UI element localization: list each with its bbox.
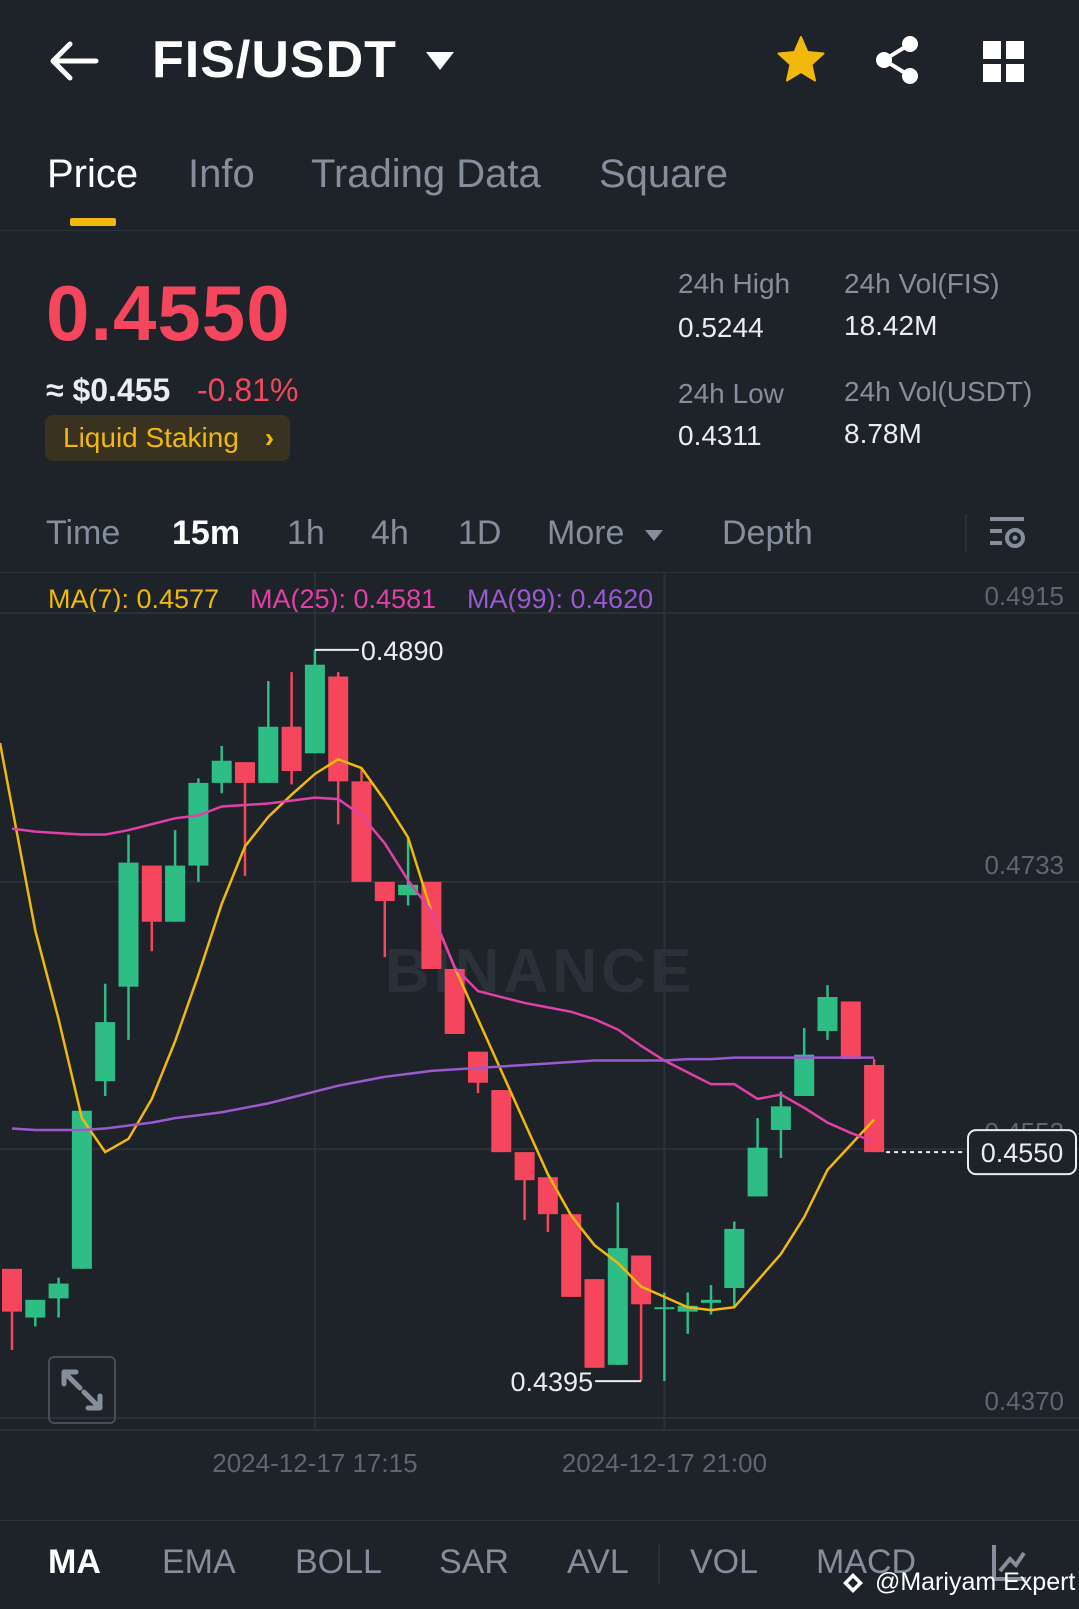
candle-body	[235, 762, 255, 783]
candle-body	[71, 1110, 92, 1269]
candle-body	[211, 760, 232, 783]
candle-body	[165, 865, 186, 922]
chevron-down-icon	[644, 530, 663, 542]
stat-high-value: 0.5244	[678, 312, 764, 343]
price-usd-approx: ≈ $0.455	[46, 372, 171, 408]
interval-more[interactable]: More	[547, 514, 664, 553]
candle-body	[2, 1268, 22, 1312]
interval-1h[interactable]: 1h	[287, 514, 325, 553]
indicator-ma[interactable]: MA	[48, 1543, 101, 1582]
stat-vol-usdt-value: 8.78M	[844, 418, 922, 449]
indicator-ema[interactable]: EMA	[162, 1543, 236, 1582]
candle-body	[141, 865, 162, 922]
stat-low-label: 24h Low	[678, 378, 784, 409]
y-tick-label: 0.4733	[984, 850, 1064, 880]
tab-trading-data[interactable]: Trading Data	[311, 152, 541, 197]
share-icon[interactable]	[872, 34, 924, 86]
x-tick-label: 2024-12-17 21:00	[562, 1448, 767, 1478]
chart-settings-icon[interactable]	[988, 512, 1028, 552]
candle-body	[747, 1147, 768, 1197]
candle-body	[304, 664, 325, 754]
ma7-line	[0, 742, 876, 1312]
stat-high-label: 24h High	[678, 268, 791, 299]
binance-logo-icon	[843, 1573, 863, 1594]
candle-body	[491, 1090, 512, 1153]
interval-bar: Time 15m 1h 4h 1D More Depth	[0, 492, 1079, 573]
current-price-label: 0.4550	[981, 1138, 1064, 1168]
candlestick-chart[interactable]: 0.49150.47330.45520.43702024-12-17 17:15…	[0, 572, 1079, 1520]
tab-info[interactable]: Info	[188, 152, 255, 197]
interval-1d[interactable]: 1D	[458, 514, 501, 553]
interval-depth[interactable]: Depth	[722, 514, 813, 553]
indicator-sar[interactable]: SAR	[439, 1543, 509, 1582]
interval-time[interactable]: Time	[46, 514, 120, 553]
candle-body	[258, 726, 279, 783]
x-tick-label: 2024-12-17 17:15	[212, 1448, 417, 1478]
divider	[965, 514, 967, 552]
active-tab-indicator	[70, 218, 116, 226]
candle-body	[374, 881, 395, 902]
y-tick-label: 0.4915	[984, 581, 1064, 611]
stat-low-value: 0.4311	[678, 420, 762, 451]
y-tick-label: 0.4370	[984, 1386, 1064, 1416]
chevron-down-icon[interactable]	[424, 48, 456, 74]
candle-body	[724, 1228, 745, 1289]
interval-more-label: More	[547, 514, 625, 552]
stat-vol-usdt-label: 24h Vol(USDT)	[844, 376, 1033, 407]
price-change-percent: -0.81%	[197, 372, 299, 408]
back-arrow-icon[interactable]	[48, 38, 100, 84]
candle-body	[654, 1307, 675, 1310]
tab-price[interactable]: Price	[47, 152, 138, 197]
candle-body	[281, 726, 302, 772]
candle-body	[444, 968, 465, 1034]
candle-body	[584, 1279, 605, 1368]
grid-menu-icon[interactable]	[980, 38, 1028, 86]
indicator-vol[interactable]: VOL	[690, 1543, 758, 1582]
app-header: FIS/USDT	[0, 0, 1079, 125]
credit-watermark: @Mariyam Expert	[842, 1568, 1075, 1597]
indicator-boll[interactable]: BOLL	[295, 1543, 382, 1582]
candle-body	[25, 1299, 46, 1318]
interval-4h[interactable]: 4h	[371, 514, 409, 553]
stat-vol-fis-label: 24h Vol(FIS)	[844, 268, 1000, 299]
candle-body	[118, 862, 139, 987]
tag-label: Liquid Staking	[63, 422, 239, 453]
candle-body	[701, 1299, 721, 1303]
candle-body	[794, 1054, 815, 1096]
tab-square[interactable]: Square	[599, 152, 728, 197]
candle-body	[561, 1214, 582, 1297]
max-price-label: 0.4890	[361, 636, 444, 666]
candle-body	[840, 1001, 861, 1060]
candle-body	[607, 1248, 628, 1365]
candle-body	[351, 781, 372, 882]
candle-body	[514, 1152, 535, 1181]
indicator-avl[interactable]: AVL	[567, 1543, 629, 1582]
candle-body	[95, 1022, 116, 1082]
tab-bar: Price Info Trading Data Square	[0, 140, 1079, 231]
stat-vol-fis-value: 18.42M	[844, 310, 938, 341]
favorite-star-icon[interactable]	[775, 34, 827, 86]
candle-body	[48, 1283, 69, 1299]
candle-body	[537, 1177, 558, 1215]
last-price: 0.4550	[46, 269, 291, 357]
divider	[658, 1545, 660, 1585]
candle-body	[770, 1106, 791, 1130]
fullscreen-expand-icon[interactable]	[48, 1356, 116, 1424]
min-price-label: 0.4395	[511, 1367, 594, 1397]
pair-title[interactable]: FIS/USDT	[152, 30, 397, 90]
credit-text: @Mariyam Expert	[874, 1568, 1076, 1596]
candle-body	[188, 782, 209, 866]
candle-body	[328, 676, 349, 782]
liquid-staking-tag[interactable]: Liquid Staking ›	[45, 415, 291, 461]
chevron-right-icon: ›	[264, 422, 275, 453]
interval-15m[interactable]: 15m	[172, 514, 240, 553]
candle-body	[817, 997, 838, 1032]
